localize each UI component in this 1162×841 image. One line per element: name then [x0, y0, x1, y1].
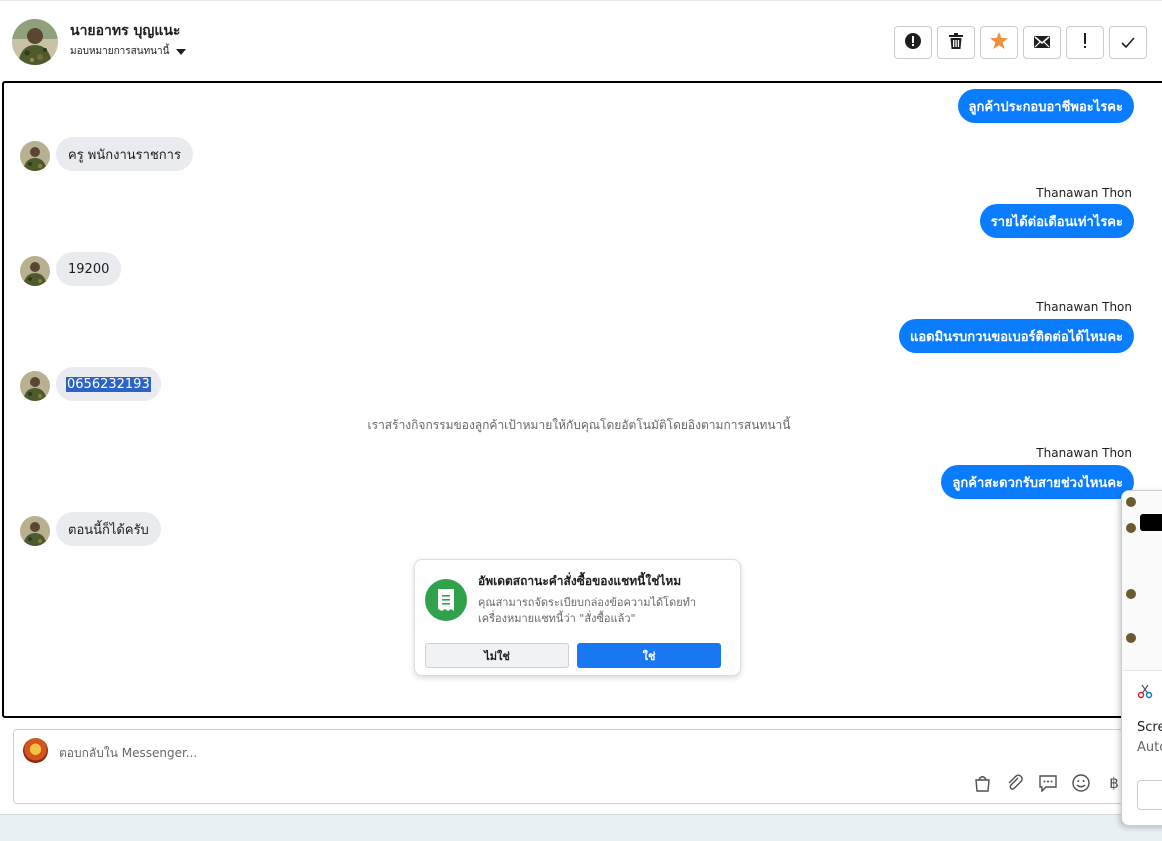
prompt-body: คุณสามารถจัดระเบียบกล่องข้อความได้โดยทำเ… [478, 596, 697, 625]
reply-composer[interactable]: ตอบกลับใน Messenger... ฿ [13, 729, 1162, 804]
order-status-prompt: อัพเดตสถานะคำสั่งซื้อของแชทนี้ใช่ไหม คุณ… [414, 559, 741, 676]
popup-subtitle: Auto [1137, 740, 1162, 755]
reply-input[interactable]: ตอบกลับใน Messenger... [59, 744, 197, 763]
incoming-message[interactable]: ครู พนักงานราชการ [56, 137, 193, 171]
prompt-title: อัพเดตสถานะคำสั่งซื้อของแชทนี้ใช่ไหม [478, 574, 682, 588]
popup-button[interactable] [1137, 780, 1162, 810]
popup-preview [1122, 491, 1162, 671]
spam-button[interactable] [894, 26, 932, 59]
follow-up-button[interactable] [1066, 26, 1104, 59]
incoming-message[interactable]: 0656232193 [56, 367, 161, 401]
envelope-icon [1034, 33, 1050, 52]
exclamation-circle-icon [905, 32, 921, 53]
mark-done-button[interactable] [1109, 26, 1147, 59]
screenshot-tool-popup[interactable]: Scre Auto [1121, 490, 1162, 826]
trash-icon [949, 32, 963, 53]
preview-avatar [1126, 523, 1136, 533]
baht-glyph: ฿ [1109, 774, 1119, 792]
system-note: เราสร้างกิจกรรมของลูกค้าเป้าหมายให้กับคุ… [367, 418, 791, 432]
outgoing-message[interactable]: ลูกค้าประกอบอาชีพอะไรคะ [957, 89, 1134, 123]
caret-down-icon [176, 48, 187, 55]
preview-block [1140, 514, 1162, 531]
sender-name: Thanawan Thon [1036, 300, 1132, 314]
outgoing-message[interactable]: รายได้ต่อเดือนเท่าไรคะ [979, 204, 1134, 238]
header-actions [894, 26, 1162, 59]
incoming-message[interactable]: ตอนนี้ก็ได้ครับ [56, 512, 161, 546]
preview-avatar [1126, 497, 1136, 507]
check-icon [1121, 33, 1135, 52]
star-button[interactable] [980, 26, 1018, 59]
yes-button[interactable]: ใช่ [577, 643, 721, 668]
preview-avatar [1126, 589, 1136, 599]
page-avatar [23, 738, 48, 763]
star-icon [990, 32, 1008, 53]
emoji-icon[interactable] [1071, 773, 1091, 793]
saved-reply-icon[interactable] [1038, 773, 1058, 793]
popup-title: Scre [1137, 720, 1162, 735]
sender-name: Thanawan Thon [1036, 446, 1132, 460]
contact-avatar-small [20, 516, 50, 546]
contact-avatar-small [20, 256, 50, 286]
conversation-header: นายอาทร บุญแนะ มอบหมายการสนทนานี้ [0, 0, 1162, 82]
scissors-icon [1137, 683, 1153, 703]
composer-tools: ฿ [972, 770, 1128, 793]
sender-name: Thanawan Thon [1036, 186, 1132, 200]
contact-avatar-small [20, 371, 50, 401]
messenger-inbox-app: นายอาทร บุญแนะ มอบหมายการสนทนานี้ ลูกค้า… [0, 0, 1162, 841]
exclamation-icon [1083, 32, 1087, 53]
no-button[interactable]: ไม่ใช่ [425, 643, 569, 668]
outgoing-message[interactable]: ลูกค้าสะดวกรับสายช่วงไหนคะ [941, 465, 1134, 499]
receipt-icon [425, 579, 467, 621]
contact-avatar-small [20, 141, 50, 171]
mark-unread-button[interactable] [1023, 26, 1061, 59]
contact-avatar[interactable] [12, 19, 58, 65]
assign-conversation-dropdown[interactable]: มอบหมายการสนทนานี้ [70, 44, 187, 59]
taskbar-strip [0, 814, 1162, 841]
selected-text[interactable]: 0656232193 [66, 376, 151, 392]
delete-button[interactable] [937, 26, 975, 59]
assign-label: มอบหมายการสนทนานี้ [70, 46, 170, 57]
shopping-bag-icon[interactable] [972, 773, 992, 793]
paperclip-icon[interactable] [1005, 773, 1025, 793]
incoming-message[interactable]: 19200 [56, 252, 122, 286]
contact-name[interactable]: นายอาทร บุญแนะ [70, 20, 180, 42]
outgoing-message[interactable]: แอดมินรบกวนขอเบอร์ติดต่อได้ไหมคะ [898, 319, 1134, 353]
preview-avatar [1126, 633, 1136, 643]
